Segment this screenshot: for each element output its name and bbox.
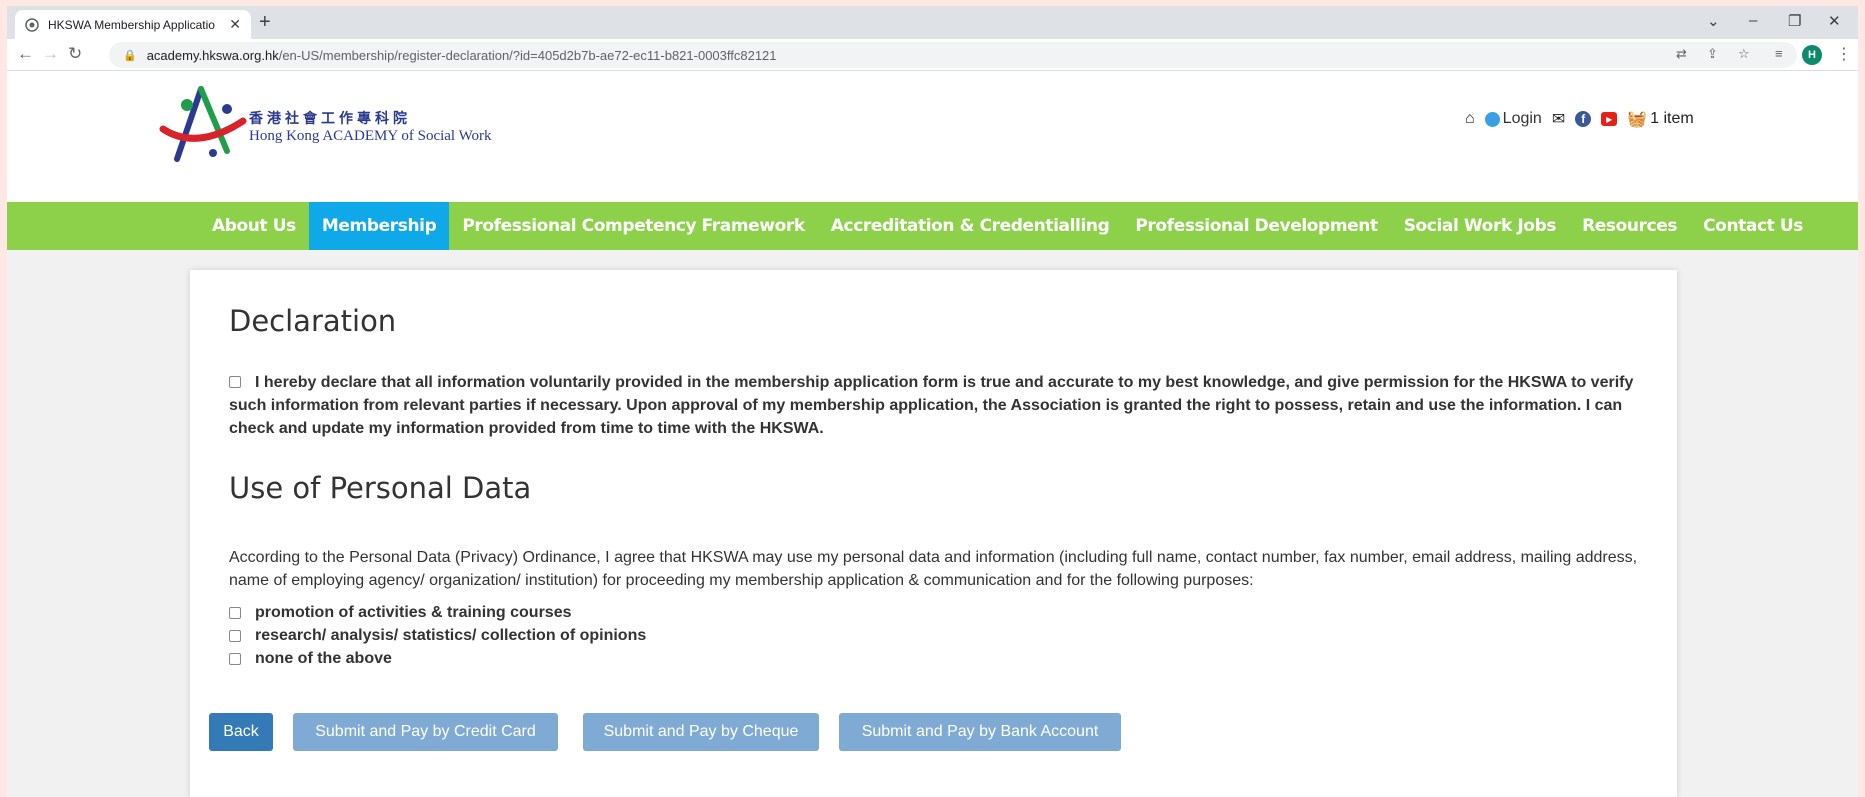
back-arrow-icon[interactable]: ← <box>17 44 34 64</box>
submit-cheque-button[interactable]: Submit and Pay by Cheque <box>583 713 819 751</box>
submit-credit-card-button[interactable]: Submit and Pay by Credit Card <box>293 713 558 751</box>
tab-strip: HKSWA Membership Applicatio ✕ + ⌄ – ❐ ✕ <box>7 6 1858 39</box>
home-icon[interactable]: ⌂ <box>1465 110 1475 128</box>
url-path: /en-US/membership/register-declaration/?… <box>278 47 777 63</box>
browser-window: HKSWA Membership Applicatio ✕ + ⌄ – ❐ ✕ … <box>7 6 1858 797</box>
address-bar: ← → ↻ 🔒 academy.hkswa.org.hk/en-US/membe… <box>7 39 1858 71</box>
main-navigation: About Us Membership Professional Compete… <box>7 202 1858 250</box>
lock-icon: 🔒 <box>123 49 137 62</box>
purpose-option-promotion: promotion of activities & training cours… <box>229 604 572 622</box>
personal-data-heading: Use of Personal Data <box>229 471 532 505</box>
mail-icon[interactable]: ✉ <box>1552 109 1565 129</box>
nav-item-social-work-jobs[interactable]: Social Work Jobs <box>1391 202 1569 250</box>
close-tab-icon[interactable]: ✕ <box>229 16 241 33</box>
forward-arrow-icon[interactable]: → <box>42 44 59 64</box>
promotion-checkbox[interactable] <box>229 607 241 619</box>
menu-kebab-icon[interactable]: ⋮ <box>1836 44 1852 64</box>
restore-icon[interactable]: ❐ <box>1788 12 1801 30</box>
option-label: promotion of activities & training cours… <box>255 604 572 621</box>
research-checkbox[interactable] <box>229 630 241 642</box>
header-utility-bar: ⌂ Login ✉ f ▶ 🧺 1 item <box>1465 109 1694 129</box>
cart-link[interactable]: 🧺 1 item <box>1627 109 1694 129</box>
cart-count: 1 item <box>1650 110 1694 127</box>
basket-icon: 🧺 <box>1627 111 1648 128</box>
browser-tab[interactable]: HKSWA Membership Applicatio ✕ <box>15 10 251 39</box>
purpose-option-research: research/ analysis/ statistics/ collecti… <box>229 627 646 645</box>
translate-icon[interactable]: ⇄ <box>1676 46 1687 62</box>
logo-english-name: Hong Kong ACADEMY of Social Work <box>249 127 492 144</box>
tab-search-icon[interactable]: ⌄ <box>1707 12 1720 30</box>
logo-chinese-name: 香港社會工作專科院 <box>249 109 411 126</box>
page-content: 香港社會工作專科院 Hong Kong ACADEMY of Social Wo… <box>7 71 1858 797</box>
personal-data-text: According to the Personal Data (Privacy)… <box>229 549 1638 589</box>
login-label: Login <box>1502 110 1542 127</box>
nav-item-resources[interactable]: Resources <box>1569 202 1690 250</box>
declaration-form-card: Declaration I hereby declare that all in… <box>190 270 1677 797</box>
academy-logo[interactable]: 香港社會工作專科院 Hong Kong ACADEMY of Social Wo… <box>157 81 507 171</box>
logo-mark-icon <box>159 86 247 162</box>
login-link[interactable]: Login <box>1484 110 1542 128</box>
share-icon[interactable]: ⇪ <box>1707 46 1718 62</box>
declaration-text: I hereby declare that all information vo… <box>229 374 1634 437</box>
back-button[interactable]: Back <box>209 713 273 751</box>
none-checkbox[interactable] <box>229 653 241 665</box>
declaration-agreement: I hereby declare that all information vo… <box>229 371 1649 440</box>
reading-list-icon[interactable]: ≡ <box>1775 46 1783 61</box>
profile-avatar[interactable]: H <box>1802 45 1822 65</box>
nav-item-about-us[interactable]: About Us <box>199 202 309 250</box>
nav-item-accreditation-credentialling[interactable]: Accreditation & Credentialling <box>818 202 1123 250</box>
tab-title: HKSWA Membership Applicatio <box>48 17 215 32</box>
nav-item-professional-development[interactable]: Professional Development <box>1122 202 1390 250</box>
option-label: research/ analysis/ statistics/ collecti… <box>255 627 647 644</box>
nav-item-contact-us[interactable]: Contact Us <box>1690 202 1816 250</box>
option-label: none of the above <box>255 650 392 667</box>
site-header: 香港社會工作專科院 Hong Kong ACADEMY of Social Wo… <box>7 71 1858 202</box>
url-field[interactable]: 🔒 academy.hkswa.org.hk/en-US/membership/… <box>109 42 1797 68</box>
minimize-icon[interactable]: – <box>1749 12 1757 29</box>
declaration-heading: Declaration <box>229 304 397 338</box>
facebook-icon[interactable]: f <box>1575 111 1592 127</box>
close-window-icon[interactable]: ✕ <box>1828 12 1841 30</box>
nav-item-membership[interactable]: Membership <box>308 202 450 250</box>
globe-icon <box>25 17 39 32</box>
user-icon <box>1484 111 1500 127</box>
url-host: academy.hkswa.org.hk <box>146 47 279 63</box>
youtube-icon[interactable]: ▶ <box>1601 112 1618 126</box>
nav-item-professional-competency-framework[interactable]: Professional Competency Framework <box>449 202 817 250</box>
purpose-option-none: none of the above <box>229 650 392 668</box>
reload-icon[interactable]: ↻ <box>68 44 82 64</box>
new-tab-icon[interactable]: + <box>259 11 271 34</box>
submit-bank-account-button[interactable]: Submit and Pay by Bank Account <box>839 713 1121 751</box>
declaration-checkbox[interactable] <box>229 376 241 388</box>
bookmark-star-icon[interactable]: ☆ <box>1738 46 1750 62</box>
